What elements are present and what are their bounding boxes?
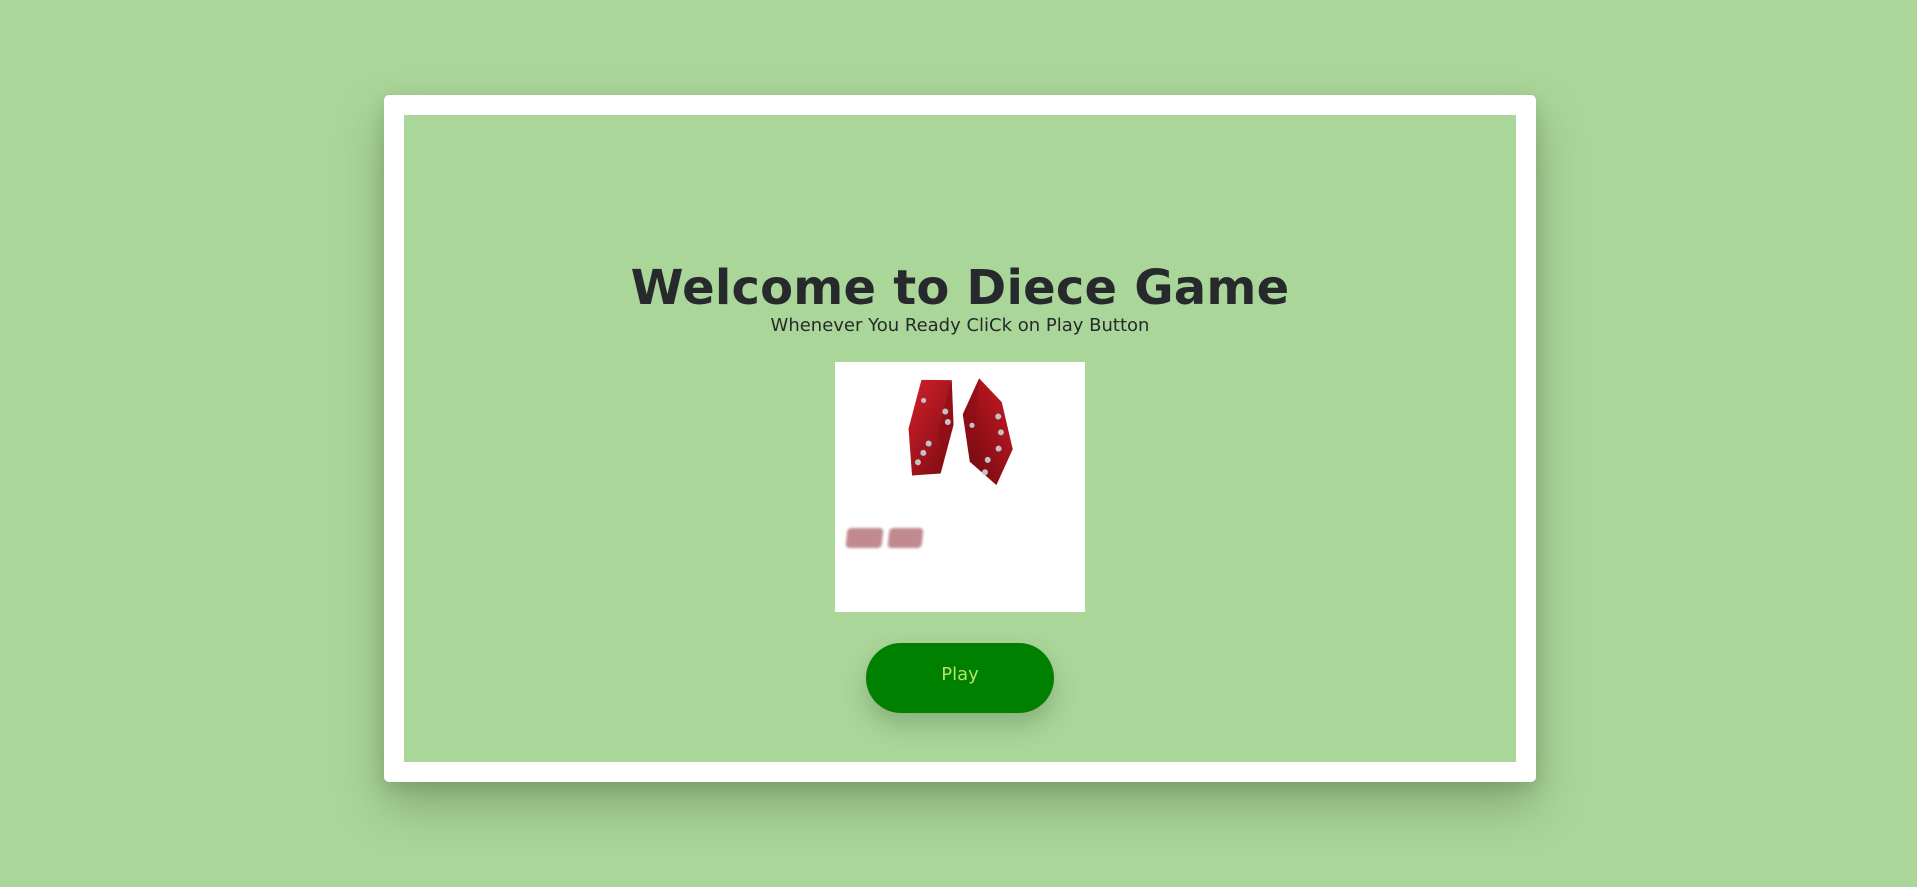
page-subtitle: Whenever You Ready CliCk on Play Button xyxy=(770,315,1150,336)
page-title: Welcome to Diece Game xyxy=(630,260,1290,316)
dice-icon xyxy=(845,378,1013,548)
play-button[interactable]: Play xyxy=(866,643,1054,713)
card-content: Welcome to Diece Game Whenever You Ready… xyxy=(404,115,1516,762)
dice-shadow xyxy=(845,528,924,548)
dice-image xyxy=(835,362,1085,612)
die-right xyxy=(962,378,1013,486)
die-left xyxy=(908,379,954,476)
main-card: Welcome to Diece Game Whenever You Ready… xyxy=(384,95,1536,782)
